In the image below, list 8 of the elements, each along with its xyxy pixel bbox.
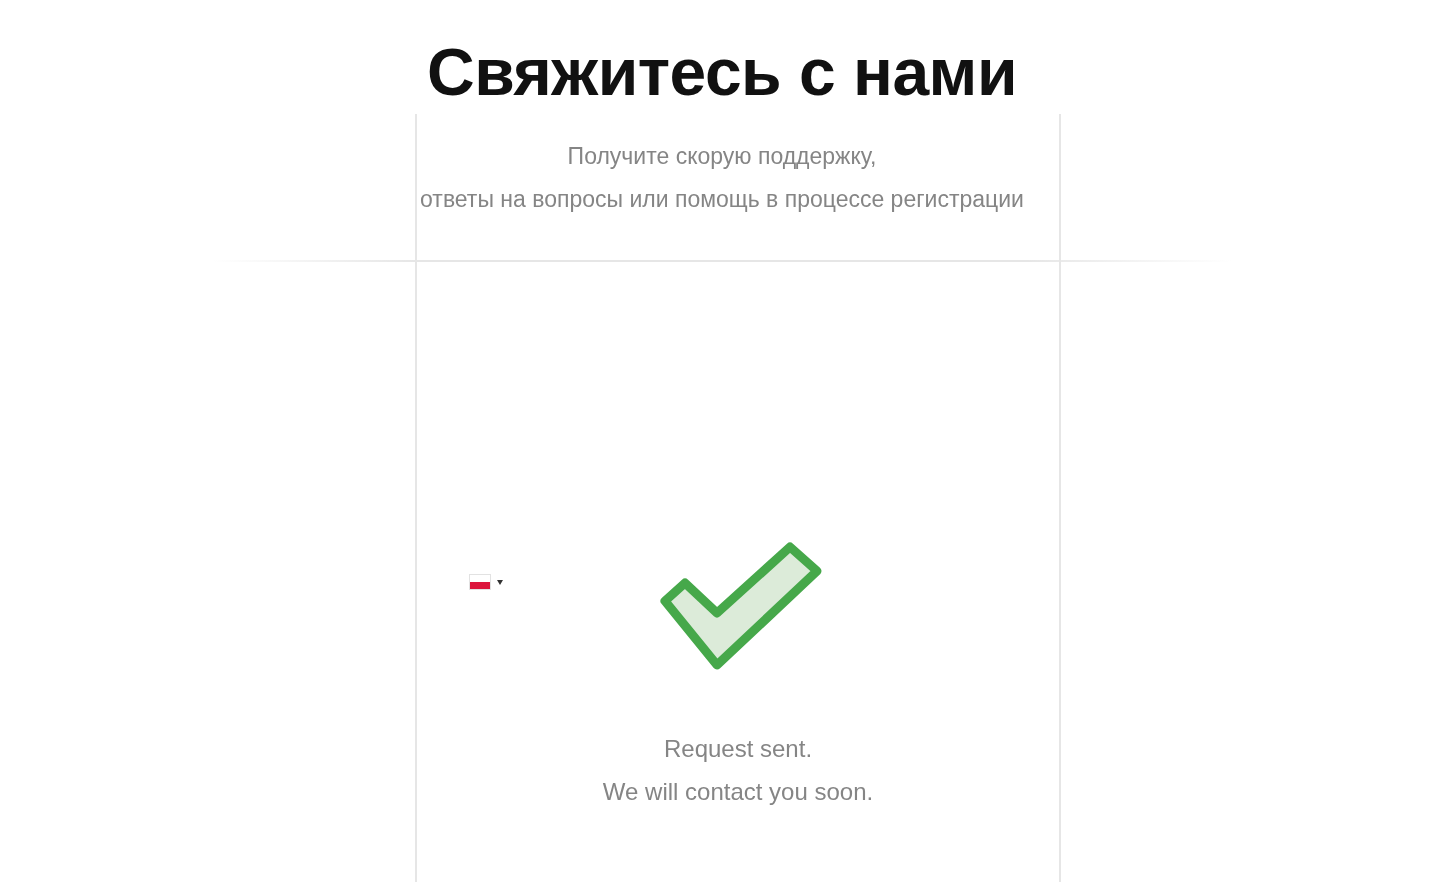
country-selector[interactable] [469,574,503,590]
confirmation-text: We will contact you soon. [602,778,874,805]
confirmation-text: Request sent. [663,735,813,762]
subtitle-text: ответы на вопросы или помощь в процессе регистрации [420,186,1024,212]
page-heading: Свяжитесь с нами [426,34,1018,111]
flag-icon [469,574,491,590]
subtitle-text: Получите скорую поддержку, [567,143,877,169]
caret-icon [497,579,503,585]
